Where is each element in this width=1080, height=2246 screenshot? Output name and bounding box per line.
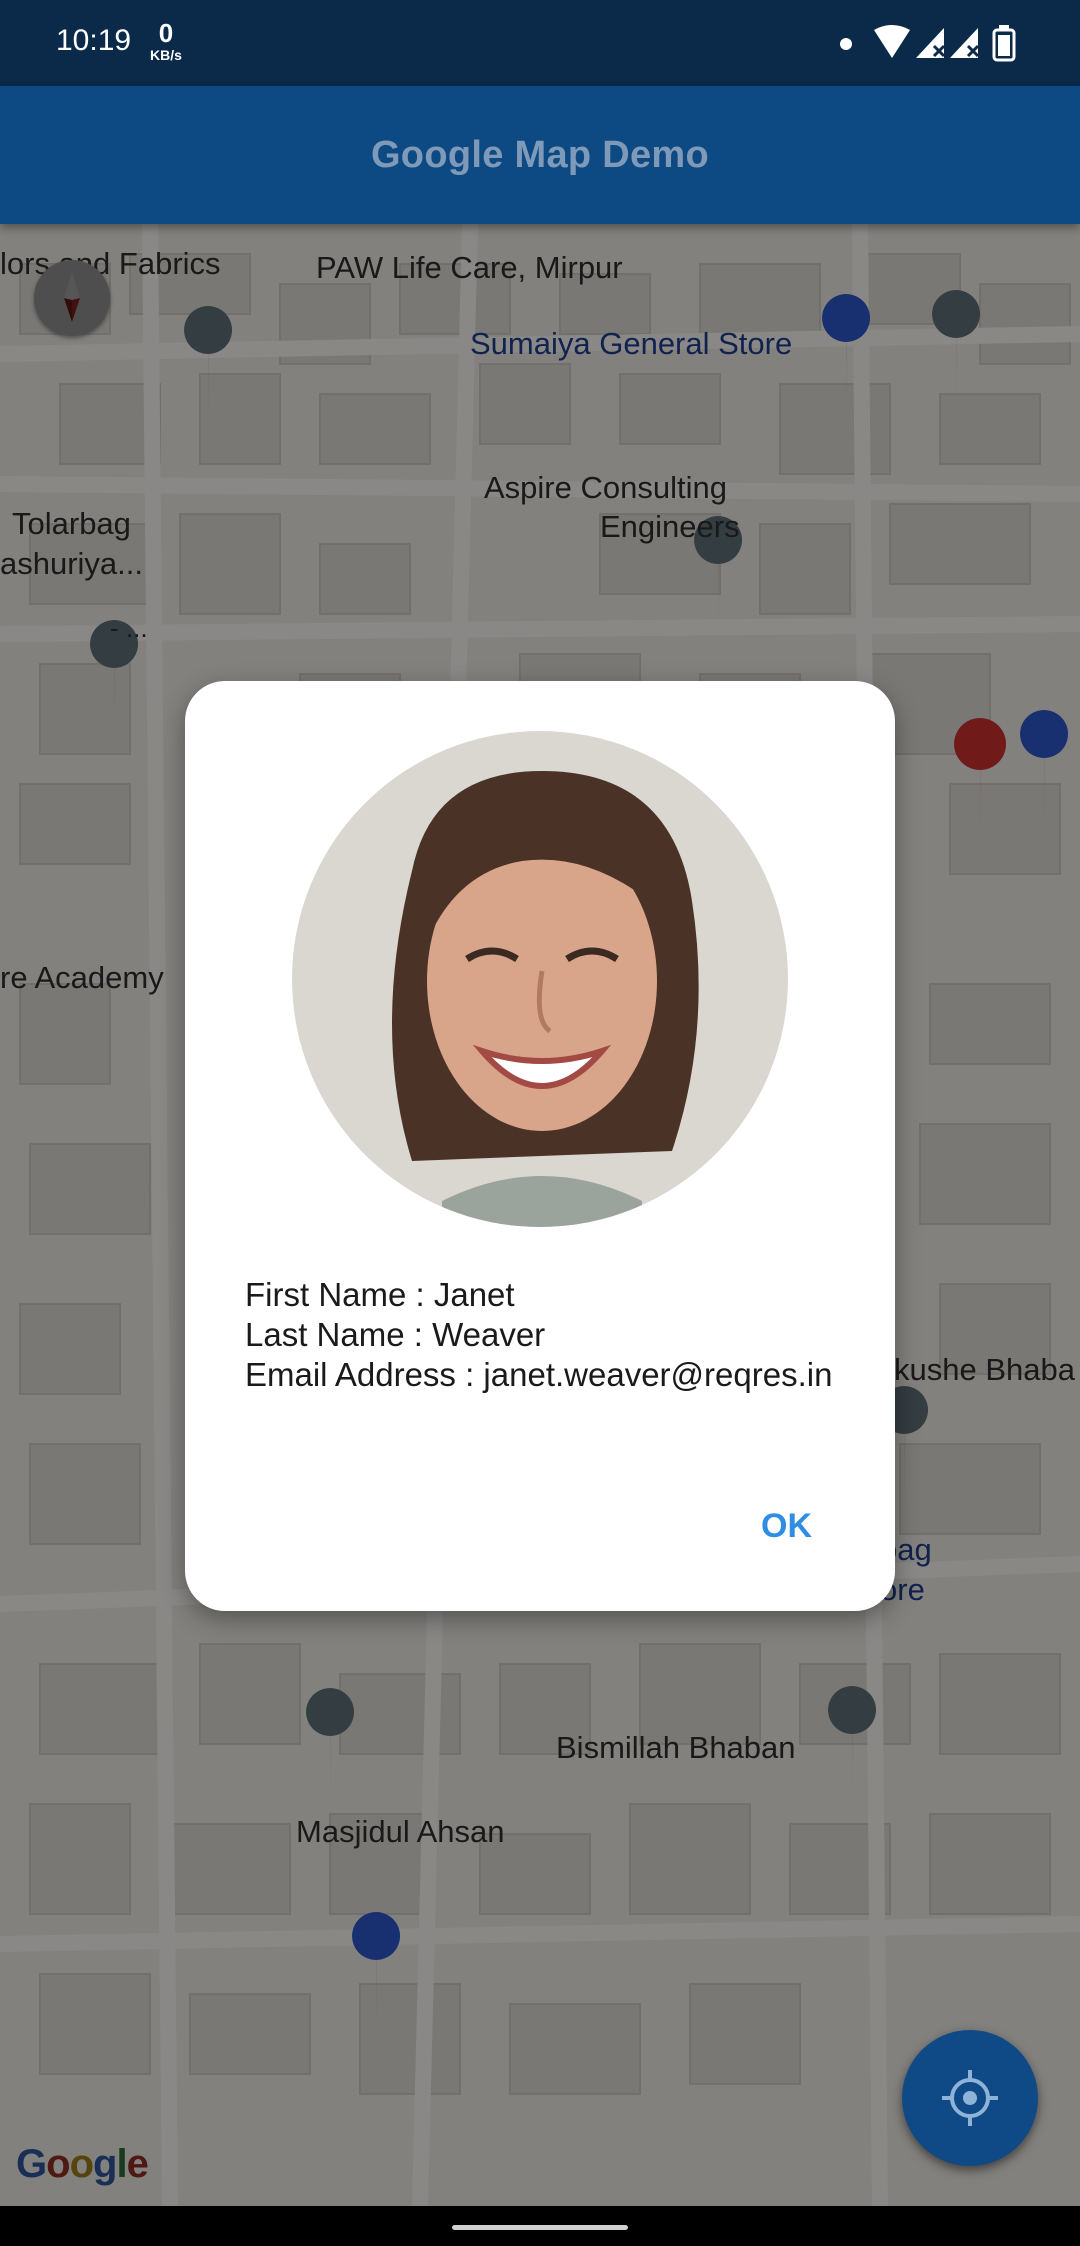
- user-info: First Name : Janet Last Name : Weaver Em…: [245, 1275, 832, 1395]
- first-name-text: First Name : Janet: [245, 1276, 515, 1313]
- ok-button[interactable]: OK: [753, 1503, 820, 1550]
- network-speed-value: 0: [158, 18, 174, 48]
- avatar: [292, 731, 788, 1227]
- wifi-icon: [874, 25, 910, 58]
- signal-icon-2: [950, 28, 980, 58]
- status-icons: [834, 22, 1044, 67]
- battery-icon: [992, 25, 1016, 62]
- network-speed-unit: KB/s: [150, 47, 182, 63]
- my-location-button[interactable]: [902, 2030, 1038, 2166]
- status-time: 10:19: [56, 24, 132, 57]
- my-location-icon: [942, 2070, 998, 2126]
- status-bar: 10:19 0 KB/s: [0, 0, 1080, 86]
- notification-dot-icon: [840, 38, 852, 50]
- user-dialog: First Name : Janet Last Name : Weaver Em…: [185, 681, 895, 1611]
- app-bar: Google Map Demo: [0, 86, 1080, 224]
- navigation-bar: [0, 2206, 1080, 2246]
- network-speed: 0 KB/s: [146, 20, 186, 62]
- home-gesture-handle[interactable]: [452, 2225, 628, 2230]
- email-text: Email Address : janet.weaver@reqres.in: [245, 1356, 833, 1393]
- app-title: Google Map Demo: [370, 134, 710, 176]
- last-name-text: Last Name : Weaver: [245, 1316, 546, 1353]
- signal-icon: [916, 28, 946, 58]
